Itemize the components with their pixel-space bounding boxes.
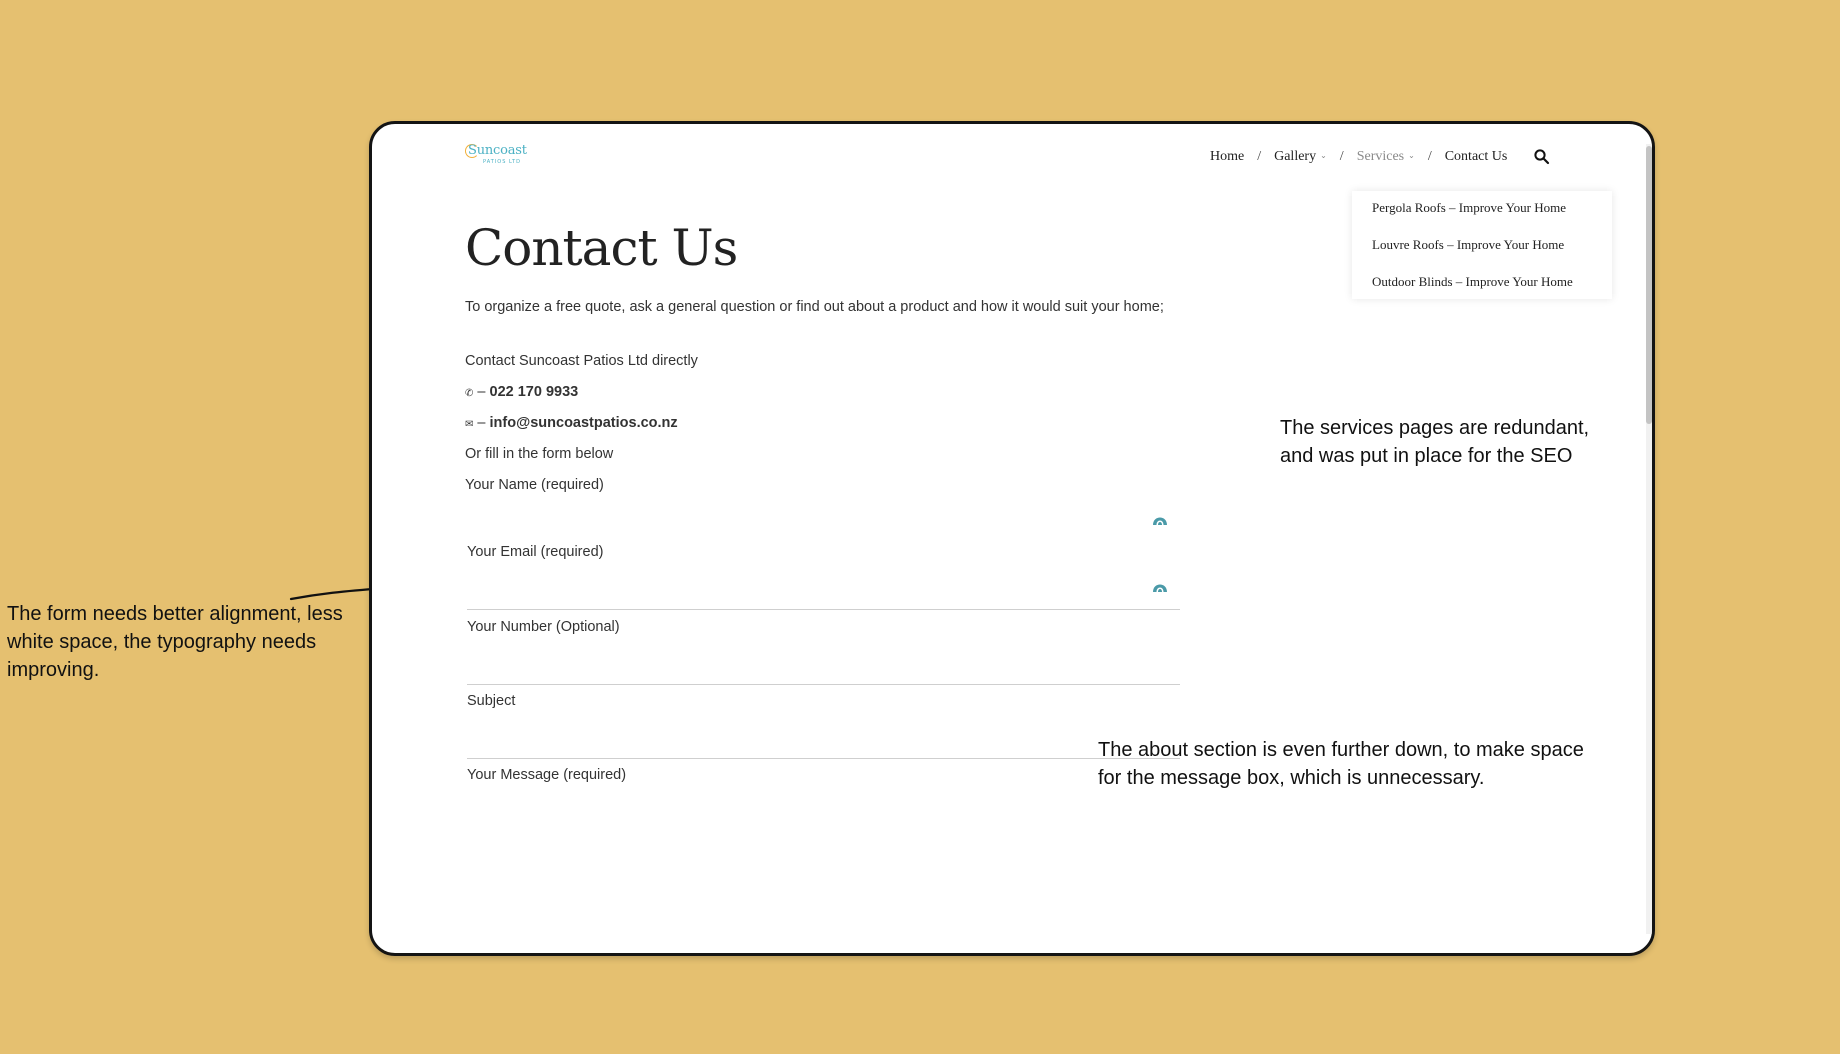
page-title: Contact Us	[465, 219, 738, 277]
nav-item-label: Services	[1356, 149, 1405, 164]
nav-item-gallery[interactable]: Gallery ⌄	[1274, 149, 1327, 165]
dropdown-item-pergola-roofs[interactable]: Pergola Roofs – Improve Your Home	[1372, 200, 1566, 216]
main-nav: Home / Gallery ⌄ / Services ⌄ / Contact …	[1210, 146, 1551, 168]
phone-number-link[interactable]: 022 170 9933	[490, 384, 579, 400]
phone-line: ✆ – 022 170 9933	[465, 384, 578, 400]
nav-item-contact-us[interactable]: Contact Us	[1445, 149, 1508, 165]
dropdown-item-outdoor-blinds[interactable]: Outdoor Blinds – Improve Your Home	[1372, 274, 1573, 290]
email-dash: –	[473, 415, 490, 431]
chevron-down-icon: ⌄	[1408, 150, 1415, 160]
intro-text: To organize a free quote, ask a general …	[465, 299, 1164, 315]
contact-line: Contact Suncoast Patios Ltd directly	[465, 353, 698, 369]
nav-separator: /	[1257, 149, 1262, 164]
name-field-label: Your Name (required)	[465, 477, 604, 493]
email-field-input[interactable]	[467, 609, 1180, 610]
phone-dash: –	[473, 384, 490, 400]
services-dropdown-menu: Pergola Roofs – Improve Your Home Louvre…	[1352, 191, 1612, 299]
browser-frame: Suncoast PATIOS LTD Home / Gallery ⌄ / S…	[369, 121, 1655, 956]
nav-item-services[interactable]: Services ⌄	[1357, 149, 1415, 165]
nav-item-label: Home	[1210, 149, 1245, 164]
number-field-input[interactable]	[467, 684, 1180, 685]
password-manager-icon[interactable]	[1151, 577, 1169, 595]
nav-item-home[interactable]: Home	[1210, 149, 1244, 165]
email-field-label: Your Email (required)	[467, 544, 604, 560]
form-annotation-text: The form needs better alignment, less wh…	[7, 603, 343, 681]
site-logo[interactable]: Suncoast PATIOS LTD	[465, 143, 531, 167]
logo-sub-text: PATIOS LTD	[483, 159, 521, 165]
search-icon[interactable]	[1533, 148, 1551, 166]
nav-item-label: Contact Us	[1444, 149, 1508, 164]
nav-separator: /	[1427, 149, 1432, 164]
password-manager-icon[interactable]	[1151, 510, 1169, 528]
nav-separator: /	[1339, 149, 1344, 164]
subject-field-input[interactable]	[467, 758, 1180, 759]
logo-brand-text: Suncoast	[468, 143, 527, 158]
dropdown-item-louvre-roofs[interactable]: Louvre Roofs – Improve Your Home	[1372, 237, 1564, 253]
scrollbar-thumb[interactable]	[1646, 146, 1652, 424]
message-field-input[interactable]	[467, 792, 1180, 932]
about-annotation-text: The about section is even further down, …	[1098, 739, 1584, 789]
services-annotation-text: The services pages are redundant, and wa…	[1280, 417, 1590, 467]
email-link[interactable]: info@suncoastpatios.co.nz	[490, 415, 678, 431]
email-line: ✉ – info@suncoastpatios.co.nz	[465, 415, 678, 431]
subject-field-label: Subject	[467, 693, 516, 709]
nav-item-label: Gallery	[1274, 149, 1317, 164]
chevron-down-icon: ⌄	[1320, 150, 1327, 160]
form-intro-text: Or fill in the form below	[465, 446, 614, 462]
message-field-label: Your Message (required)	[467, 767, 627, 783]
number-field-label: Your Number (Optional)	[467, 619, 620, 635]
